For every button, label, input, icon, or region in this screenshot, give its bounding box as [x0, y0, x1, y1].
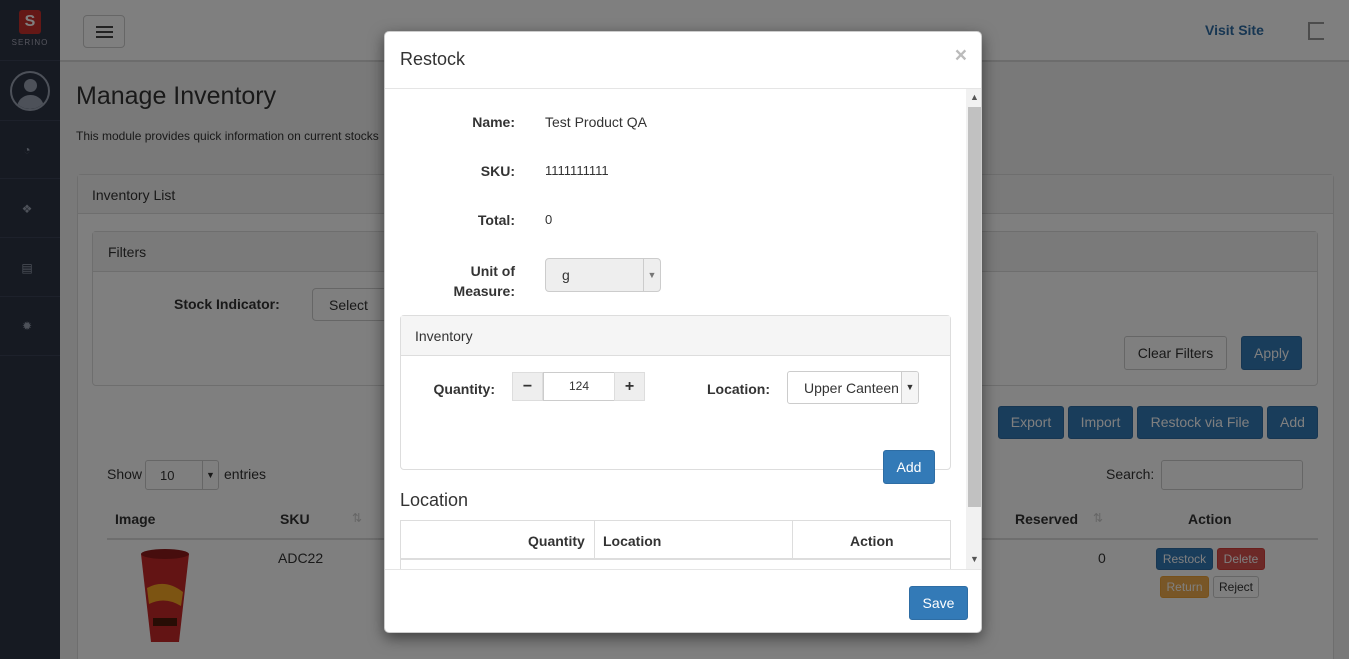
modal-title: Restock — [400, 49, 466, 69]
column-action: Action — [850, 533, 894, 549]
inventory-title: Inventory — [415, 328, 473, 344]
scroll-thumb[interactable] — [968, 107, 981, 507]
add-inventory-button[interactable]: Add — [883, 450, 935, 484]
location-label: Location: — [707, 381, 770, 397]
modal-scrollbar[interactable]: ▲ ▼ — [966, 89, 981, 569]
uom-select[interactable]: g ▼ — [545, 258, 661, 292]
column-quantity: Quantity — [528, 533, 585, 549]
restock-modal: Restock × Name: Test Product QA SKU: 111… — [384, 31, 982, 633]
scroll-down-icon[interactable]: ▼ — [970, 554, 979, 564]
total-label: Total: — [477, 212, 515, 228]
location-select[interactable]: Upper Canteen ▼ — [787, 371, 919, 404]
scroll-up-icon[interactable]: ▲ — [970, 92, 979, 102]
quantity-increment-button[interactable]: + — [614, 372, 645, 401]
modal-body: Name: Test Product QA SKU: 1111111111 To… — [385, 89, 981, 569]
uom-label: Unit of Measure: — [453, 263, 515, 299]
quantity-input[interactable]: 124 — [543, 372, 615, 401]
sku-label: SKU: — [480, 163, 515, 179]
close-icon[interactable]: × — [955, 44, 967, 68]
total-value: 0 — [545, 212, 553, 227]
name-label: Name: — [472, 114, 515, 130]
quantity-decrement-button[interactable]: − — [512, 372, 543, 401]
location-table: Quantity Location Action — [400, 520, 951, 569]
save-button[interactable]: Save — [909, 586, 968, 620]
location-heading: Location — [400, 490, 469, 510]
column-location: Location — [603, 533, 662, 549]
sku-value: 1111111111 — [545, 163, 609, 178]
quantity-label: Quantity: — [433, 381, 495, 397]
name-value: Test Product QA — [545, 114, 647, 130]
